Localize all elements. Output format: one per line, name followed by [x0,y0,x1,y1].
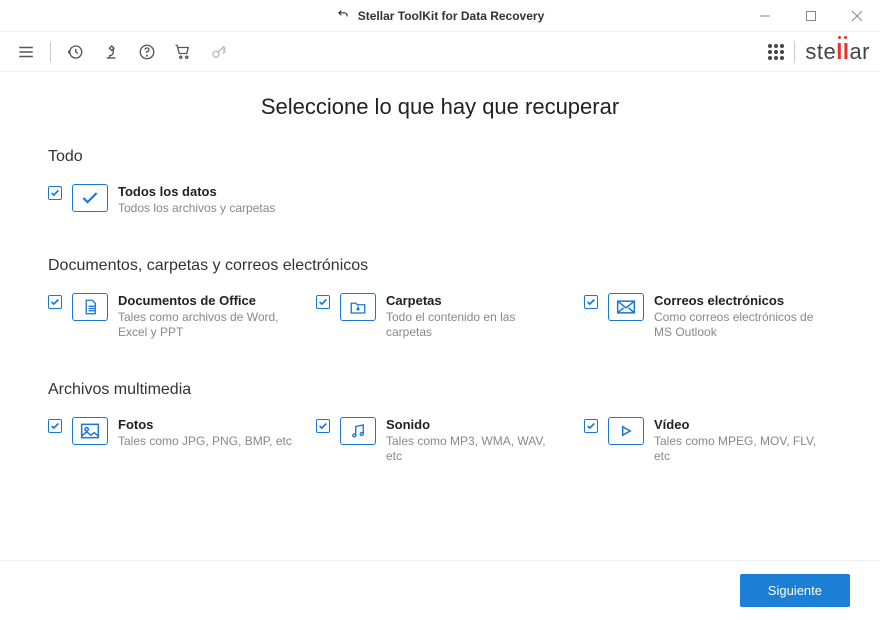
option-audio[interactable]: Sonido Tales como MP3, WMA, WAV, etc [316,417,564,465]
option-all-data[interactable]: Todos los datos Todos los archivos y car… [48,184,275,217]
option-title: Vídeo [654,417,832,432]
option-title: Sonido [386,417,564,432]
section-docs: Documentos, carpetas y correos electróni… [48,257,832,341]
option-desc: Tales como JPG, PNG, BMP, etc [118,434,292,450]
help-icon[interactable] [131,36,163,68]
option-title: Documentos de Office [118,293,296,308]
footer: Siguiente [0,560,880,620]
folder-download-icon [340,293,376,321]
option-desc: Todo el contenido en las carpetas [386,310,564,341]
option-desc: Tales como archivos de Word, Excel y PPT [118,310,296,341]
checkmark-box-icon [72,184,108,212]
menu-button[interactable] [10,36,42,68]
option-title: Correos electrónicos [654,293,832,308]
envelope-icon [608,293,644,321]
checkbox-emails[interactable] [584,295,598,309]
option-video[interactable]: Vídeo Tales como MPEG, MOV, FLV, etc [584,417,832,465]
checkbox-photos[interactable] [48,419,62,433]
separator [794,41,795,63]
apps-grid-icon[interactable] [768,44,784,60]
main-content: Seleccione lo que hay que recuperar Todo… [0,94,880,465]
option-folders[interactable]: Carpetas Todo el contenido en las carpet… [316,293,564,341]
checkbox-all-data[interactable] [48,186,62,200]
checkbox-folders[interactable] [316,295,330,309]
option-title: Todos los datos [118,184,275,199]
document-icon [72,293,108,321]
maximize-button[interactable] [788,0,834,32]
section-heading-media: Archivos multimedia [48,381,832,399]
option-desc: Todos los archivos y carpetas [118,201,275,217]
brand-logo: stellar [805,39,870,65]
checkbox-office[interactable] [48,295,62,309]
play-icon [608,417,644,445]
section-all: Todo Todos los datos Todos los archivos … [48,148,832,217]
separator [50,42,51,62]
option-photos[interactable]: Fotos Tales como JPG, PNG, BMP, etc [48,417,296,465]
minimize-button[interactable] [742,0,788,32]
option-emails[interactable]: Correos electrónicos Como correos electr… [584,293,832,341]
window-controls [742,0,880,32]
page-title: Seleccione lo que hay que recuperar [48,94,832,120]
microscope-icon[interactable] [95,36,127,68]
option-title: Fotos [118,417,292,432]
option-desc: Tales como MPEG, MOV, FLV, etc [654,434,832,465]
history-icon[interactable] [59,36,91,68]
next-button[interactable]: Siguiente [740,574,850,607]
close-button[interactable] [834,0,880,32]
music-note-icon [340,417,376,445]
section-heading-all: Todo [48,148,832,166]
image-icon [72,417,108,445]
option-desc: Como correos electrónicos de MS Outlook [654,310,832,341]
checkbox-video[interactable] [584,419,598,433]
checkbox-audio[interactable] [316,419,330,433]
option-desc: Tales como MP3, WMA, WAV, etc [386,434,564,465]
back-icon [336,7,350,24]
toolbar: stellar [0,32,880,72]
app-title: Stellar ToolKit for Data Recovery [358,9,545,23]
cart-icon[interactable] [167,36,199,68]
option-office[interactable]: Documentos de Office Tales como archivos… [48,293,296,341]
option-title: Carpetas [386,293,564,308]
titlebar-title: Stellar ToolKit for Data Recovery [336,7,545,24]
section-media: Archivos multimedia Fotos Tales como JPG… [48,381,832,465]
section-heading-docs: Documentos, carpetas y correos electróni… [48,257,832,275]
titlebar: Stellar ToolKit for Data Recovery [0,0,880,32]
key-icon[interactable] [203,36,235,68]
